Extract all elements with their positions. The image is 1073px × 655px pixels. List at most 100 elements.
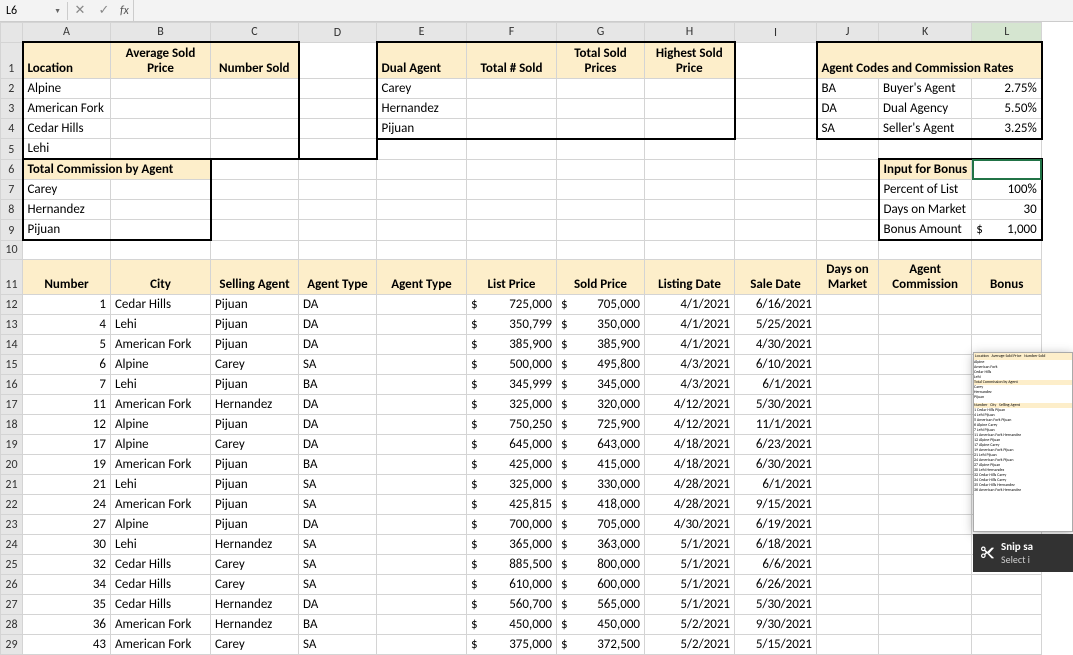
- tbl-hdr-E[interactable]: Agent Type: [377, 259, 467, 294]
- row-header-7[interactable]: 7: [1, 180, 23, 200]
- cell-agent-type[interactable]: SA: [299, 494, 377, 514]
- cell-sale-date[interactable]: 6/1/2021: [735, 374, 817, 394]
- row-header-17[interactable]: 17: [1, 394, 23, 414]
- hdr-location[interactable]: Location: [23, 42, 111, 78]
- cell-selling-agent[interactable]: Carey: [211, 434, 299, 454]
- cell-listing-date[interactable]: 4/1/2021: [645, 334, 735, 354]
- row-header-15[interactable]: 15: [1, 354, 23, 374]
- row-header-23[interactable]: 23: [1, 514, 23, 534]
- cell-code[interactable]: DA: [817, 98, 879, 118]
- cell-agent-type[interactable]: BA: [299, 454, 377, 474]
- cell-listing-date[interactable]: 4/3/2021: [645, 374, 735, 394]
- cell-location[interactable]: Cedar Hills: [23, 118, 111, 139]
- cell-agent[interactable]: Carey: [23, 180, 111, 200]
- cell-listing-date[interactable]: 4/30/2021: [645, 514, 735, 534]
- cell-code[interactable]: SA: [817, 118, 879, 139]
- cell-city[interactable]: American Fork: [111, 614, 211, 634]
- row-header-26[interactable]: 26: [1, 574, 23, 594]
- name-box[interactable]: L6 ▼: [0, 2, 68, 20]
- cell-selling-agent[interactable]: Pijuan: [211, 514, 299, 534]
- cell-agent-type[interactable]: DA: [299, 314, 377, 334]
- cell-city[interactable]: Cedar Hills: [111, 594, 211, 614]
- row-header-19[interactable]: 19: [1, 434, 23, 454]
- cell-number[interactable]: 27: [23, 514, 111, 534]
- row-header-13[interactable]: 13: [1, 314, 23, 334]
- row-header-24[interactable]: 24: [1, 534, 23, 554]
- cell-number[interactable]: 36: [23, 614, 111, 634]
- col-header-D[interactable]: D: [299, 23, 377, 43]
- cell-agent-type[interactable]: SA: [299, 634, 377, 654]
- cell-number[interactable]: 5: [23, 334, 111, 354]
- row-header-27[interactable]: 27: [1, 594, 23, 614]
- tbl-hdr-L[interactable]: Bonus: [972, 259, 1042, 294]
- tbl-hdr-F[interactable]: List Price: [467, 259, 557, 294]
- cell-city[interactable]: American Fork: [111, 454, 211, 474]
- row-header-28[interactable]: 28: [1, 614, 23, 634]
- check-icon[interactable]: ✓: [92, 3, 116, 18]
- cell-code-desc[interactable]: Buyer's Agent: [879, 78, 972, 98]
- tbl-hdr-G[interactable]: Sold Price: [557, 259, 645, 294]
- row-header-25[interactable]: 25: [1, 554, 23, 574]
- cell-agent-type[interactable]: SA: [299, 554, 377, 574]
- cell-number[interactable]: 1: [23, 294, 111, 314]
- selected-cell[interactable]: [972, 159, 1042, 180]
- cell-city[interactable]: Lehi: [111, 534, 211, 554]
- cell-dual-agent[interactable]: Hernandez: [377, 98, 467, 118]
- hdr-highest-sold-price[interactable]: Highest Sold Price: [645, 42, 735, 78]
- row-header-16[interactable]: 16: [1, 374, 23, 394]
- cell-listing-date[interactable]: 4/28/2021: [645, 494, 735, 514]
- cell-sale-date[interactable]: 5/30/2021: [735, 594, 817, 614]
- row-header-8[interactable]: 8: [1, 200, 23, 220]
- cell-city[interactable]: American Fork: [111, 394, 211, 414]
- cell-location[interactable]: American Fork: [23, 98, 111, 118]
- col-header-K[interactable]: K: [879, 23, 972, 43]
- row-header-3[interactable]: 3: [1, 98, 23, 118]
- tbl-hdr-J[interactable]: Days on Market: [817, 259, 879, 294]
- row-header-6[interactable]: 6: [1, 159, 23, 180]
- cell-city[interactable]: Lehi: [111, 314, 211, 334]
- cell-bonus-val[interactable]: 100%: [972, 180, 1042, 200]
- cell-sale-date[interactable]: 5/30/2021: [735, 394, 817, 414]
- cell-sale-date[interactable]: 9/30/2021: [735, 614, 817, 634]
- cell-rate[interactable]: 2.75%: [972, 78, 1042, 98]
- cell-agent-type[interactable]: DA: [299, 594, 377, 614]
- tbl-hdr-H[interactable]: Listing Date: [645, 259, 735, 294]
- cell-listing-date[interactable]: 4/18/2021: [645, 434, 735, 454]
- cell-number[interactable]: 12: [23, 414, 111, 434]
- cell-dual-agent[interactable]: Carey: [377, 78, 467, 98]
- col-header-I[interactable]: I: [735, 23, 817, 43]
- hdr-total-num-sold[interactable]: Total # Sold: [467, 42, 557, 78]
- col-header-G[interactable]: G: [557, 23, 645, 43]
- cell-listing-date[interactable]: 5/1/2021: [645, 574, 735, 594]
- cell-listing-date[interactable]: 4/28/2021: [645, 474, 735, 494]
- cell-selling-agent[interactable]: Hernandez: [211, 614, 299, 634]
- cell-selling-agent[interactable]: Pijuan: [211, 294, 299, 314]
- cell-number[interactable]: 34: [23, 574, 111, 594]
- cell-sale-date[interactable]: 6/23/2021: [735, 434, 817, 454]
- cell-selling-agent[interactable]: Pijuan: [211, 494, 299, 514]
- col-header-corner[interactable]: [1, 23, 23, 43]
- cell-agent-type[interactable]: SA: [299, 474, 377, 494]
- cell-selling-agent[interactable]: Carey: [211, 554, 299, 574]
- snip-notification[interactable]: Snip sa Select i: [973, 534, 1073, 572]
- cell-selling-agent[interactable]: Hernandez: [211, 394, 299, 414]
- cell-selling-agent[interactable]: Carey: [211, 574, 299, 594]
- fx-icon[interactable]: fx: [116, 4, 133, 18]
- cell-number[interactable]: 19: [23, 454, 111, 474]
- cell-city[interactable]: Alpine: [111, 354, 211, 374]
- cell-number[interactable]: 43: [23, 634, 111, 654]
- row-header-9[interactable]: 9: [1, 220, 23, 241]
- cell-rate[interactable]: 5.50%: [972, 98, 1042, 118]
- row-header-5[interactable]: 5: [1, 139, 23, 160]
- cell-city[interactable]: Cedar Hills: [111, 294, 211, 314]
- cell-sale-date[interactable]: 6/19/2021: [735, 514, 817, 534]
- col-header-B[interactable]: B: [111, 23, 211, 43]
- chevron-down-icon[interactable]: ▼: [54, 6, 61, 15]
- hdr-avg-sold-price[interactable]: Average Sold Price: [111, 42, 211, 78]
- cell-city[interactable]: American Fork: [111, 494, 211, 514]
- cell-location[interactable]: Lehi: [23, 139, 111, 160]
- cell-code-desc[interactable]: Dual Agency: [879, 98, 972, 118]
- tbl-hdr-D[interactable]: Agent Type: [299, 259, 377, 294]
- cell-code-desc[interactable]: Seller's Agent: [879, 118, 972, 139]
- row-header-10[interactable]: 10: [1, 240, 23, 259]
